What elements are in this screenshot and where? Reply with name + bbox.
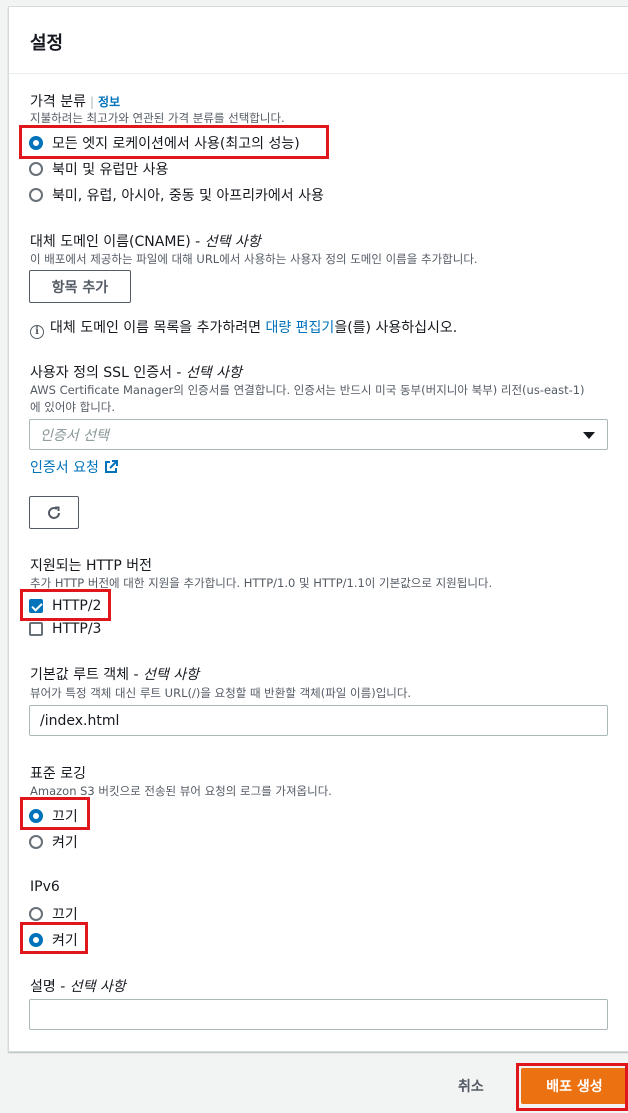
description-heading: 설명 - 선택 사항: [30, 979, 126, 995]
request-link-label: 인증서 요청: [30, 460, 99, 476]
radio-label: 켜기: [52, 835, 78, 851]
radio-logging-on[interactable]: 켜기: [29, 832, 78, 852]
radio-ipv6-off[interactable]: 끄기: [29, 904, 78, 924]
root-object-value: /index.html: [40, 712, 120, 729]
radio-button[interactable]: [29, 907, 43, 921]
highlight-box: [20, 797, 90, 830]
bulk-editor-link[interactable]: 대량 편집기: [265, 320, 334, 336]
optional-tag: 선택 사항: [69, 979, 126, 995]
certificate-select[interactable]: 인증서 선택: [29, 419, 608, 450]
logging-label: 표준 로깅: [30, 766, 86, 782]
select-placeholder: 인증서 선택: [40, 427, 109, 444]
panel-title: 설정: [30, 33, 64, 54]
checkbox-label: HTTP/3: [52, 621, 102, 637]
checkbox[interactable]: [29, 622, 43, 636]
root-object-description: 뷰어가 특정 객체 대신 루트 URL(/)을 요청할 때 반환할 객체(파일 …: [30, 686, 412, 700]
highlight-box: [20, 922, 88, 954]
root-object-label: 기본값 루트 객체: [30, 667, 130, 683]
note-prefix: 대체 도메인 이름 목록을 추가하려면: [50, 320, 266, 336]
ssl-label: 사용자 정의 SSL 인증서: [30, 365, 172, 381]
description-input[interactable]: [29, 999, 608, 1030]
cname-label: 대체 도메인 이름(CNAME): [30, 234, 191, 250]
description-label: 설명: [30, 979, 56, 995]
cname-description: 이 배포에서 제공하는 파일에 대해 URL에서 사용하는 사용자 정의 도메인…: [30, 252, 478, 266]
ssl-description-line1: AWS Certificate Manager의 인증서를 연결합니다. 인증서…: [30, 383, 585, 397]
ipv6-label: IPv6: [30, 879, 60, 895]
cname-note: i 대체 도메인 이름 목록을 추가하려면 대량 편집기을(를) 사용하십시오.: [30, 317, 457, 339]
radio-price-class-na-eu[interactable]: 북미 및 유럽만 사용: [29, 159, 168, 179]
radio-label: 북미 및 유럽만 사용: [52, 162, 169, 178]
optional-tag: 선택 사항: [204, 234, 261, 250]
external-link-icon: [104, 460, 118, 473]
radio-button[interactable]: [29, 835, 43, 849]
cname-heading: 대체 도메인 이름(CNAME) - 선택 사항: [30, 234, 261, 250]
ssl-description-line2: 에 있어야 합니다.: [30, 400, 116, 414]
ssl-heading: 사용자 정의 SSL 인증서 - 선택 사항: [30, 365, 242, 381]
radio-button[interactable]: [29, 188, 43, 202]
highlight-box: [20, 589, 111, 621]
radio-button[interactable]: [29, 162, 43, 176]
checkbox-http3[interactable]: HTTP/3: [29, 621, 101, 637]
panel-header: 설정: [9, 7, 628, 74]
refresh-icon: [48, 506, 60, 519]
separator: |: [89, 95, 95, 109]
request-certificate-link[interactable]: 인증서 요청: [30, 457, 118, 477]
refresh-button[interactable]: [29, 496, 79, 529]
info-icon: i: [30, 324, 44, 339]
optional-tag: 선택 사항: [185, 365, 242, 381]
highlight-box: [516, 1063, 628, 1111]
price-class-heading: 가격 분류 | 정보: [30, 91, 120, 111]
radio-label: 끄기: [52, 907, 78, 923]
optional-tag: 선택 사항: [143, 667, 199, 683]
caret-down-icon: [583, 432, 595, 439]
radio-label: 북미, 유럽, 아시아, 중동 및 아프리카에서 사용: [52, 188, 324, 204]
highlight-box: [19, 125, 329, 159]
price-class-description: 지불하려는 최고가와 연관된 가격 분류를 선택합니다.: [30, 111, 285, 125]
http-label: 지원되는 HTTP 버전: [30, 558, 153, 574]
info-link[interactable]: 정보: [98, 95, 120, 109]
add-item-button[interactable]: 항목 추가: [29, 270, 131, 303]
root-object-input[interactable]: /index.html: [29, 705, 608, 736]
cancel-button[interactable]: 취소: [458, 1076, 484, 1096]
price-class-label: 가격 분류: [30, 94, 86, 110]
radio-price-class-most[interactable]: 북미, 유럽, 아시아, 중동 및 아프리카에서 사용: [29, 185, 324, 205]
root-object-heading: 기본값 루트 객체 - 선택 사항: [30, 667, 199, 683]
note-suffix: 을(를) 사용하십시오.: [334, 320, 458, 336]
